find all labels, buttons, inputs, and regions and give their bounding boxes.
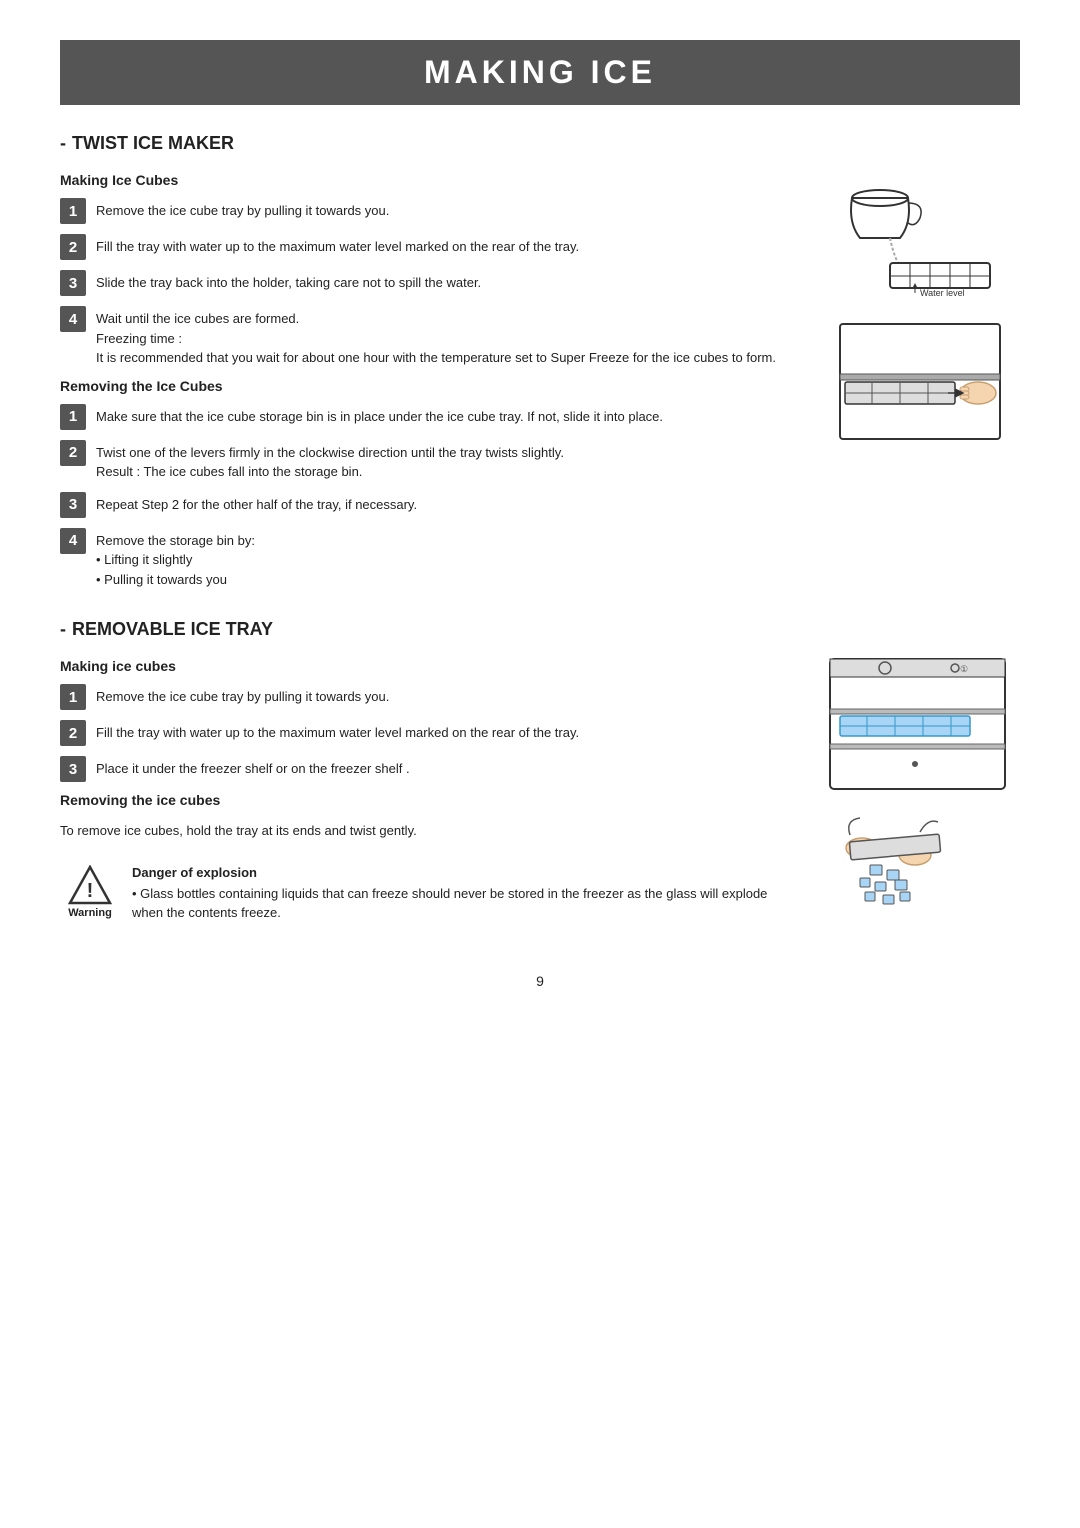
step-number-3: 3 — [60, 270, 86, 296]
step-text-r2: Twist one of the levers firmly in the cl… — [96, 440, 800, 482]
twist-make-step-4: 4 Wait until the ice cubes are formed. F… — [60, 306, 800, 368]
rm-step-number-1: 1 — [60, 684, 86, 710]
illustration-water-pour: Water level — [830, 168, 1010, 298]
step-text-r4: Remove the storage bin by: • Lifting it … — [96, 528, 800, 590]
twist-make-step-1: 1 Remove the ice cube tray by pulling it… — [60, 198, 800, 224]
twist-remove-step-3: 3 Repeat Step 2 for the other half of th… — [60, 492, 800, 518]
removable-make-step-3: 3 Place it under the freezer shelf or on… — [60, 756, 800, 782]
twist-make-step-2: 2 Fill the tray with water up to the max… — [60, 234, 800, 260]
step-text-r3: Repeat Step 2 for the other half of the … — [96, 492, 800, 515]
step-text-2: Fill the tray with water up to the maxim… — [96, 234, 800, 257]
page-number: 9 — [60, 973, 1020, 989]
twist-illustrations: Water level — [820, 168, 1020, 599]
removable-making-subheading: Making ice cubes — [60, 658, 800, 674]
twist-tray-svg — [840, 810, 1000, 910]
step-text-4: Wait until the ice cubes are formed. Fre… — [96, 306, 800, 368]
removable-illustrations: ① — [820, 654, 1020, 933]
twist-remove-step-4: 4 Remove the storage bin by: • Lifting i… — [60, 528, 800, 590]
removable-removing-subheading: Removing the ice cubes — [60, 792, 800, 808]
step-number-r2: 2 — [60, 440, 86, 466]
main-title: MAKING ICE — [60, 40, 1020, 105]
removable-full-layout: Making ice cubes 1 Remove the ice cube t… — [60, 654, 1020, 933]
rm-step-text-1: Remove the ice cube tray by pulling it t… — [96, 684, 800, 707]
water-pour-svg: Water level — [830, 168, 1010, 298]
warning-label: Warning — [68, 907, 112, 919]
warning-title: Danger of explosion — [132, 865, 800, 880]
warning-text: • Glass bottles containing liquids that … — [132, 884, 800, 923]
removable-removing-text: To remove ice cubes, hold the tray at it… — [60, 818, 800, 841]
svg-text:①: ① — [960, 664, 968, 674]
removable-freezer-svg: ① — [825, 654, 1015, 794]
svg-text:!: ! — [87, 880, 94, 902]
step-number-4: 4 — [60, 306, 86, 332]
illustration-tray-insert — [830, 314, 1010, 444]
step-number-2: 2 — [60, 234, 86, 260]
removable-heading: REMOVABLE ICE TRAY — [60, 619, 1020, 640]
twist-make-step-3: 3 Slide the tray back into the holder, t… — [60, 270, 800, 296]
removable-section: REMOVABLE ICE TRAY Making ice cubes 1 Re… — [60, 619, 1020, 933]
step-text-3: Slide the tray back into the holder, tak… — [96, 270, 800, 293]
step-text-r1: Make sure that the ice cube storage bin … — [96, 404, 800, 427]
twist-remove-step-1: 1 Make sure that the ice cube storage bi… — [60, 404, 800, 430]
water-level-label: Water level — [920, 288, 965, 298]
illustration-twist-tray — [840, 810, 1000, 910]
tray-insert-svg — [830, 314, 1010, 444]
twist-section: TWIST ICE MAKER Making Ice Cubes 1 Remov… — [60, 133, 1020, 599]
rm-step-text-2: Fill the tray with water up to the maxim… — [96, 720, 800, 743]
warning-box: ! Warning Danger of explosion • Glass bo… — [60, 855, 800, 933]
step-number-r4: 4 — [60, 528, 86, 554]
page: MAKING ICE TWIST ICE MAKER Making Ice Cu… — [0, 0, 1080, 1528]
warning-icon-col: ! Warning — [60, 865, 120, 919]
twist-full-layout: Making Ice Cubes 1 Remove the ice cube t… — [60, 168, 1020, 599]
illustration-removable-freezer: ① — [825, 654, 1015, 794]
warning-triangle-icon: ! — [68, 865, 112, 905]
removable-make-step-2: 2 Fill the tray with water up to the max… — [60, 720, 800, 746]
removing-cubes-subheading: Removing the Ice Cubes — [60, 378, 800, 394]
rm-step-number-3: 3 — [60, 756, 86, 782]
removable-make-step-1: 1 Remove the ice cube tray by pulling it… — [60, 684, 800, 710]
step-number-1: 1 — [60, 198, 86, 224]
rm-step-number-2: 2 — [60, 720, 86, 746]
twist-heading: TWIST ICE MAKER — [60, 133, 1020, 154]
twist-left: Making Ice Cubes 1 Remove the ice cube t… — [60, 168, 800, 599]
warning-content: Danger of explosion • Glass bottles cont… — [132, 865, 800, 923]
making-cubes-subheading: Making Ice Cubes — [60, 172, 800, 188]
removable-left: Making ice cubes 1 Remove the ice cube t… — [60, 654, 800, 933]
twist-remove-step-2: 2 Twist one of the levers firmly in the … — [60, 440, 800, 482]
rm-step-text-3: Place it under the freezer shelf or on t… — [96, 756, 800, 779]
step-text-1: Remove the ice cube tray by pulling it t… — [96, 198, 800, 221]
step-number-r3: 3 — [60, 492, 86, 518]
step-number-r1: 1 — [60, 404, 86, 430]
